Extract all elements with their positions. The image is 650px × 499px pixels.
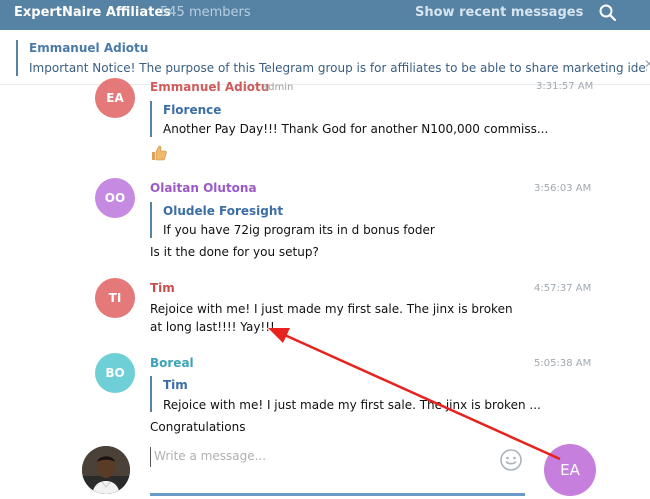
message-time: 3:56:03 AM [534, 183, 592, 194]
send-as-avatar-button[interactable]: EA [544, 444, 596, 496]
show-recent-messages-link[interactable]: Show recent messages [415, 5, 583, 20]
admin-badge: admin [262, 82, 294, 93]
chat-title[interactable]: ExpertNaire Affiliates [14, 5, 171, 20]
forward-text: Another Pay Day!!! Thank God for another… [163, 122, 549, 136]
message-author[interactable]: Olaitan Olutona [150, 181, 257, 195]
thumbs-up-icon [152, 145, 167, 161]
pinned-author: Emmanuel Adiotu [29, 41, 149, 55]
message-input[interactable]: Write a message... [150, 447, 490, 467]
pinned-accent-bar [16, 40, 18, 76]
pinned-close-icon[interactable]: ✕ [644, 57, 650, 71]
message-text: Is it the done for you setup? [150, 245, 319, 259]
forward-author[interactable]: Florence [163, 103, 221, 117]
forward-author[interactable]: Oludele Foresight [163, 204, 283, 218]
forward-accent-bar [150, 376, 152, 412]
message-time: 3:31:57 AM [536, 81, 594, 92]
chat-header: ExpertNaire Affiliates 545 members Show … [0, 0, 650, 30]
forward-accent-bar [150, 202, 152, 238]
forward-author[interactable]: Tim [163, 378, 188, 392]
forward-text: If you have 72ig program its in d bonus … [163, 223, 435, 237]
forward-accent-bar [150, 101, 152, 137]
message-time: 4:57:37 AM [534, 283, 592, 294]
pinned-message[interactable]: Emmanuel Adiotu Important Notice! The pu… [0, 30, 650, 85]
composer-underline [150, 493, 525, 496]
user-avatar[interactable] [82, 446, 130, 494]
message-author[interactable]: Boreal [150, 356, 194, 370]
smiley-icon[interactable] [499, 448, 523, 472]
message-author[interactable]: Emmanuel Adiotu [150, 80, 269, 94]
forward-text: Rejoice with me! I just made my first sa… [163, 398, 541, 412]
member-count: 545 members [160, 5, 251, 20]
user-photo [82, 446, 130, 494]
search-icon[interactable] [598, 3, 618, 23]
avatar[interactable]: EA [95, 78, 135, 118]
avatar[interactable]: BO [95, 353, 135, 393]
pinned-text: Important Notice! The purpose of this Te… [29, 61, 647, 75]
avatar[interactable]: OO [95, 178, 135, 218]
message-text: Congratulations [150, 420, 246, 434]
message-time: 5:05:38 AM [534, 358, 592, 369]
message-author[interactable]: Tim [150, 281, 175, 295]
avatar[interactable]: TI [95, 278, 135, 318]
message-text: Rejoice with me! I just made my first sa… [150, 302, 513, 334]
